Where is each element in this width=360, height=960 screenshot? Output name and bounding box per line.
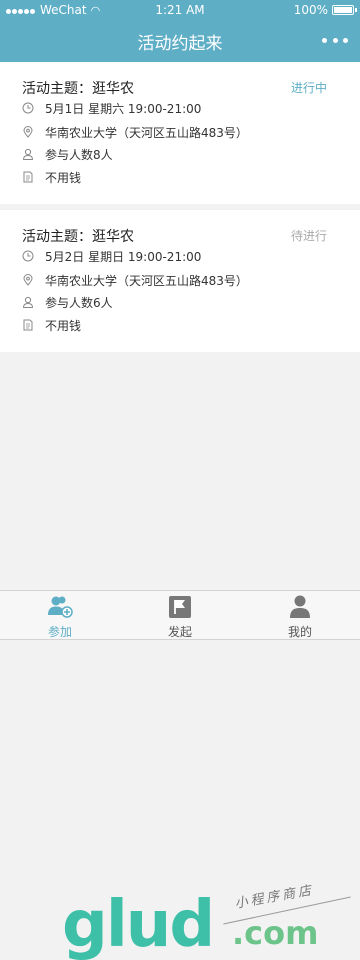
tab-label: 我的	[287, 625, 312, 639]
watermark: glud 小程序商店 .com	[62, 880, 352, 960]
tab-join[interactable]: 参加	[0, 595, 120, 639]
activity-participants: 参与人数8人	[45, 147, 113, 162]
location-pin-icon	[23, 274, 33, 286]
watermark-domain: .com	[232, 914, 319, 952]
activity-time: 5月1日 星期六 19:00-21:00	[45, 101, 202, 116]
activity-time: 5月2日 星期日 19:00-21:00	[45, 249, 202, 264]
page-title: 活动约起来	[137, 34, 223, 54]
activity-card[interactable]: 活动主题：逛华农 待进行 5月2日 星期日 19:00-21:00 华南农业大学…	[0, 210, 360, 352]
activity-cost: 不用钱	[45, 318, 82, 333]
activity-title: 活动主题：逛华农	[22, 81, 134, 97]
activity-title: 活动主题：逛华农	[22, 229, 134, 245]
more-dots-icon	[343, 37, 348, 43]
document-icon	[23, 171, 33, 183]
activity-card[interactable]: 活动主题：逛华农 进行中 5月1日 星期六 19:00-21:00 华南农业大学…	[0, 62, 360, 204]
battery-area: 100%	[293, 3, 357, 17]
activity-participants-row: 参与人数8人	[22, 144, 113, 164]
tab-label: 参加	[47, 625, 72, 639]
battery-percent: 100%	[293, 3, 328, 17]
activity-status-badge: 待进行	[290, 229, 327, 243]
more-dots-icon	[332, 37, 338, 43]
person-icon	[22, 296, 34, 308]
document-icon	[23, 319, 33, 331]
activity-time-row: 5月1日 星期六 19:00-21:00	[22, 98, 201, 118]
activity-status-badge: 进行中	[290, 81, 327, 95]
location-pin-icon	[23, 126, 33, 138]
tab-mine[interactable]: 我的	[240, 595, 360, 639]
activity-location-row: 华南农业大学（天河区五山路483号）	[22, 270, 248, 290]
battery-icon	[332, 5, 357, 15]
flag-icon	[169, 596, 191, 618]
clock-icon	[22, 102, 34, 114]
status-bar: WeChat ◠ 1:21 AM 100%	[0, 0, 360, 20]
group-add-icon	[48, 596, 73, 618]
activity-cost: 不用钱	[45, 170, 82, 185]
activity-cost-row: 不用钱	[22, 315, 81, 335]
activity-location-row: 华南农业大学（天河区五山路483号）	[22, 122, 248, 142]
more-dots-icon	[322, 37, 327, 43]
person-icon	[22, 148, 34, 160]
activity-location: 华南农业大学（天河区五山路483号）	[45, 125, 248, 140]
watermark-logo: glud	[62, 888, 215, 960]
tab-create[interactable]: 发起	[120, 595, 240, 639]
activity-location: 华南农业大学（天河区五山路483号）	[45, 273, 248, 288]
nav-bar: 活动约起来	[0, 20, 360, 62]
activity-participants-row: 参与人数6人	[22, 292, 113, 312]
activity-cost-row: 不用钱	[22, 167, 81, 187]
clock-icon	[22, 250, 34, 262]
person-icon	[290, 595, 310, 618]
tab-bar: 参加 发起 我的	[0, 590, 360, 640]
tab-label: 发起	[167, 625, 192, 639]
more-menu-button[interactable]	[322, 30, 348, 50]
activity-participants: 参与人数6人	[45, 295, 113, 310]
activity-time-row: 5月2日 星期日 19:00-21:00	[22, 246, 201, 266]
